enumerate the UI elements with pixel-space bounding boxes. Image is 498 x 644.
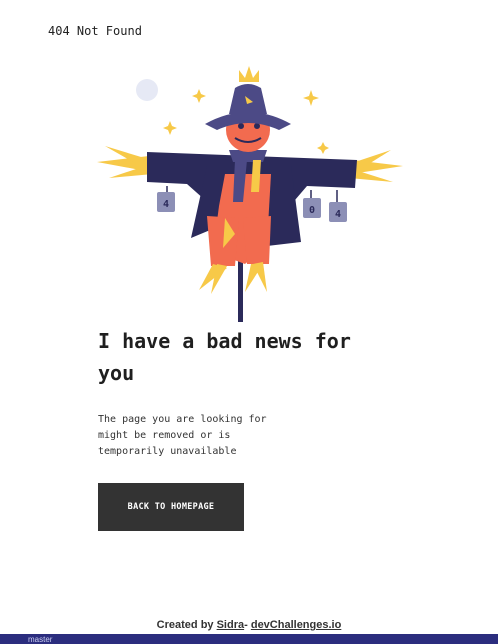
can-label: 0 <box>309 205 315 216</box>
scarecrow-illustration: 4 0 4 <box>97 66 403 322</box>
headline-line-2: you <box>98 361 135 385</box>
author-link[interactable]: Sidra <box>217 619 245 631</box>
headline-line-1: I have a bad news for <box>98 329 351 353</box>
footer-separator: - <box>244 619 248 631</box>
git-branch-label[interactable]: master <box>28 635 52 644</box>
message-line-1: The page you are looking for <box>98 414 267 425</box>
footer-credit: Created by Sidra- devChallenges.io <box>0 619 498 631</box>
page-headline: I have a bad news for you <box>98 325 398 389</box>
can-label: 4 <box>163 199 169 210</box>
footer-prefix: Created by <box>156 619 214 631</box>
message-line-3: temporarily unavailable <box>98 446 237 457</box>
back-to-homepage-button[interactable]: BACK TO HOMEPAGE <box>98 483 244 531</box>
error-message: The page you are looking for might be re… <box>98 412 298 460</box>
message-line-2: might be removed or is <box>98 430 231 441</box>
moon-icon <box>136 79 158 101</box>
site-title: 404 Not Found <box>48 24 142 38</box>
can-label: 4 <box>335 209 341 220</box>
devchallenges-link[interactable]: devChallenges.io <box>251 619 341 631</box>
status-bar: master <box>0 634 498 644</box>
